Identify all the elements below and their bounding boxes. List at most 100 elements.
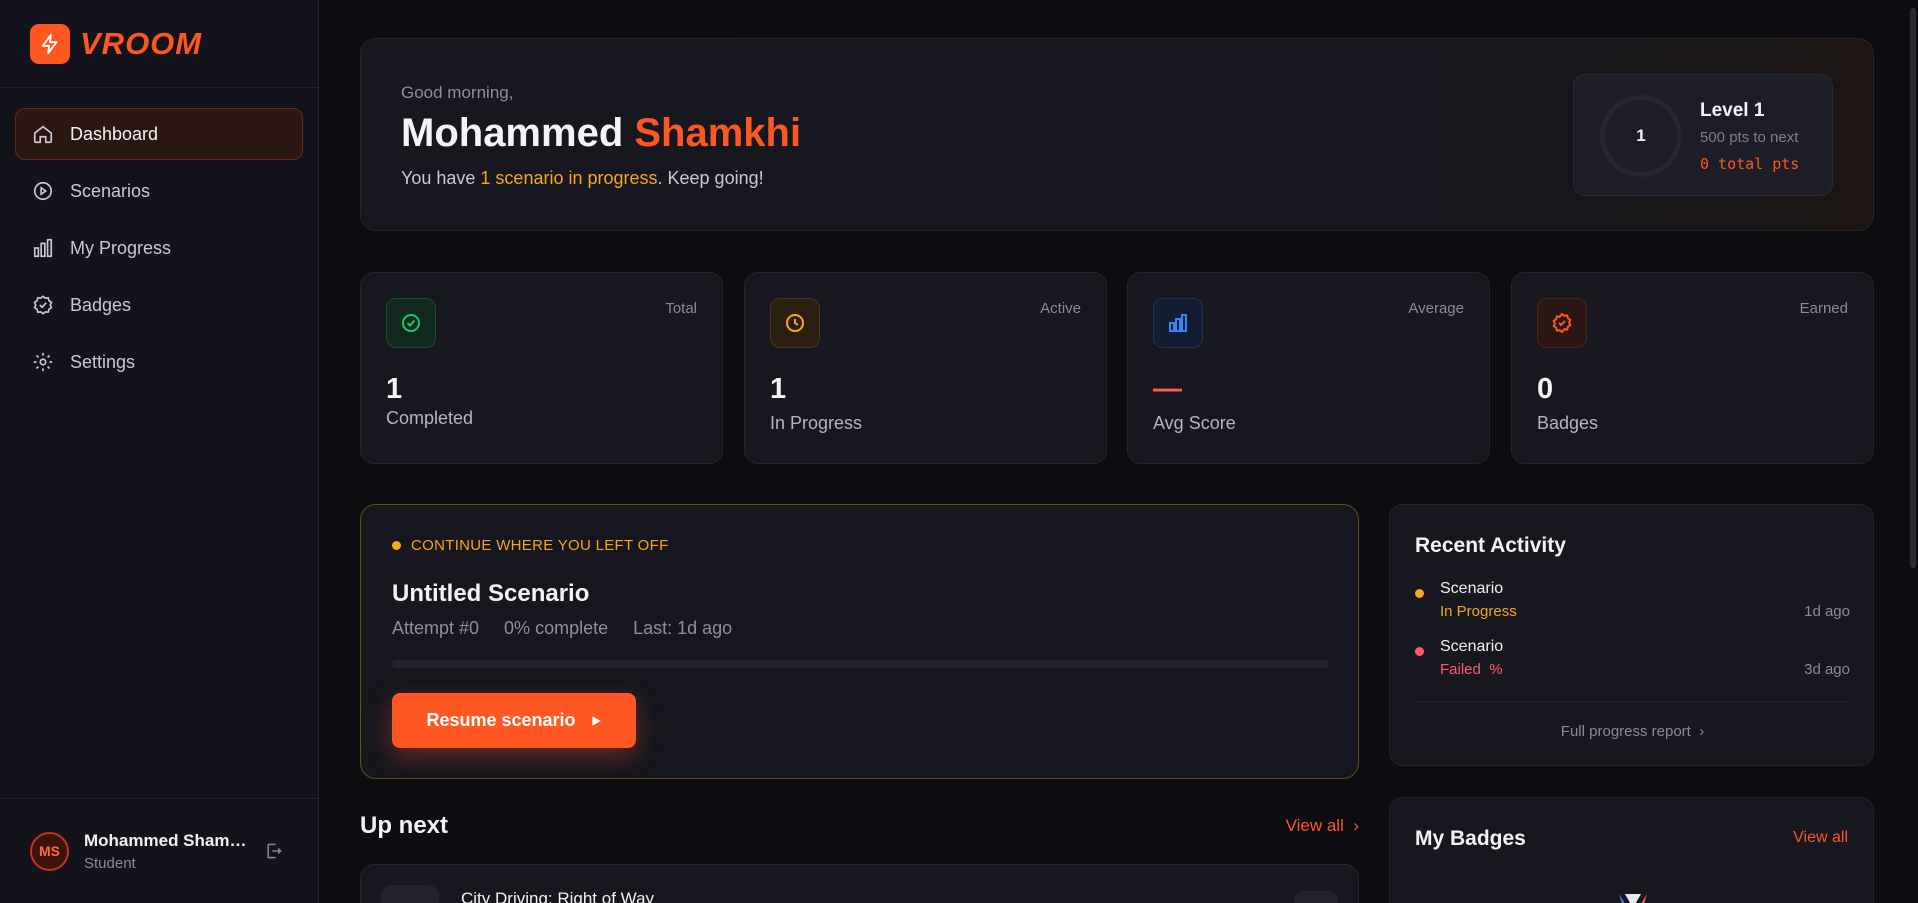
- points-to-next: 500 pts to next: [1700, 129, 1799, 146]
- scenario-title: Untitled Scenario: [392, 580, 590, 607]
- logout-icon[interactable]: [264, 841, 284, 861]
- user-name: Mohammed Shamkhi: [84, 830, 254, 850]
- stat-value: 1: [386, 373, 403, 405]
- up-next-view-all-link[interactable]: View all ›: [1286, 816, 1359, 836]
- full-progress-report-link[interactable]: Full progress report ›: [1390, 723, 1875, 740]
- sidebar-item-settings[interactable]: Settings: [15, 336, 303, 388]
- scrollbar[interactable]: [1908, 0, 1918, 903]
- stat-label: Avg Score: [1153, 413, 1236, 433]
- user-full-name: Mohammed Shamkhi: [401, 111, 801, 156]
- check-circle-icon: [386, 298, 436, 348]
- full-report-label: Full progress report: [1560, 723, 1691, 740]
- user-info: Mohammed Shamkhi Student: [84, 831, 254, 872]
- resume-label: Resume scenario: [426, 710, 576, 730]
- continue-tag: CONTINUE WHERE YOU LEFT OFF: [392, 537, 669, 554]
- badge-check-icon: [1537, 298, 1587, 348]
- attempt-number: Attempt #0: [392, 618, 480, 638]
- sidebar-item-label: Dashboard: [70, 123, 159, 144]
- level-ring: 1: [1600, 95, 1682, 177]
- activity-time: 3d ago: [1804, 661, 1850, 678]
- divider: [1415, 701, 1850, 702]
- gear-icon: [33, 352, 53, 372]
- total-points: 0 total pts: [1700, 155, 1800, 173]
- up-next-scenario-name: City Driving: Right of Way: [461, 889, 655, 903]
- first-name: Mohammed: [401, 111, 624, 155]
- stats-row: Total 1 Completed Active 1 In Progress A…: [360, 272, 1874, 464]
- progress-summary: You have 1 scenario in progress. Keep go…: [401, 168, 764, 189]
- last-name: Shamkhi: [634, 111, 802, 155]
- activity-name: Scenario: [1440, 638, 1504, 655]
- logo-text: VROOM: [80, 25, 203, 61]
- activity-item[interactable]: Scenario In Progress 1d ago: [1415, 580, 1850, 630]
- scenario-thumbnail: [381, 885, 439, 903]
- last-played: Last: 1d ago: [633, 618, 733, 638]
- summary-prefix: You have: [401, 168, 481, 188]
- sidebar-nav: Dashboard Scenarios My Progress Badges S…: [0, 88, 318, 388]
- avatar: MS: [30, 831, 69, 871]
- play-circle-icon: [33, 181, 53, 201]
- activity-status: In Progress: [1440, 603, 1517, 620]
- sidebar: VROOM Dashboard Scenarios My Progress Ba…: [0, 0, 319, 903]
- percent-complete: 0% complete: [504, 618, 609, 638]
- status-dot: [1415, 647, 1424, 656]
- stat-value: 1: [770, 373, 787, 405]
- sidebar-item-badges[interactable]: Badges: [15, 279, 303, 331]
- logo[interactable]: VROOM: [0, 0, 318, 88]
- lightning-icon: [30, 23, 70, 64]
- view-all-label: View all: [1285, 816, 1344, 835]
- activity-item[interactable]: Scenario Failed % 3d ago: [1415, 638, 1850, 688]
- scenario-progress-bar: [392, 660, 1329, 668]
- continue-card: CONTINUE WHERE YOU LEFT OFF Untitled Sce…: [360, 504, 1359, 779]
- badge-ribbon-icon: [1619, 894, 1647, 903]
- stat-card-completed: Total 1 Completed: [360, 272, 723, 464]
- sidebar-item-label: My Progress: [70, 237, 172, 258]
- sidebar-item-label: Badges: [70, 294, 132, 315]
- bar-chart-icon: [33, 238, 53, 258]
- stat-tag: Average: [1408, 300, 1464, 317]
- stat-label: Completed: [386, 408, 474, 428]
- stat-value: 0: [1537, 373, 1554, 405]
- badges-view-all-link[interactable]: View all: [1793, 829, 1848, 847]
- status-dot: [392, 541, 401, 550]
- summary-highlight: 1 scenario in progress: [480, 168, 658, 188]
- status-dot: [1415, 589, 1424, 598]
- home-icon: [33, 125, 53, 144]
- up-next-start-button[interactable]: [1294, 891, 1338, 903]
- chevron-right-icon: ›: [1695, 723, 1705, 740]
- stat-tag: Earned: [1799, 300, 1848, 317]
- stat-tag: Total: [665, 300, 697, 317]
- sidebar-item-scenarios[interactable]: Scenarios: [15, 165, 303, 217]
- activity-status: Failed %: [1440, 661, 1503, 678]
- scrollbar-thumb[interactable]: [1910, 8, 1916, 568]
- badge-check-icon: [33, 295, 53, 315]
- activity-name: Scenario: [1440, 580, 1504, 597]
- recent-activity-card: Recent Activity Scenario In Progress 1d …: [1389, 504, 1874, 766]
- activity-time: 1d ago: [1804, 603, 1850, 620]
- sidebar-item-dashboard[interactable]: Dashboard: [15, 108, 303, 160]
- stat-card-in-progress: Active 1 In Progress: [744, 272, 1107, 464]
- stat-card-badges: Earned 0 Badges: [1511, 272, 1874, 464]
- stat-card-avg-score: Average — Avg Score: [1127, 272, 1490, 464]
- sidebar-item-my-progress[interactable]: My Progress: [15, 222, 303, 274]
- my-badges-card: My Badges View all: [1389, 797, 1874, 903]
- welcome-banner: Good morning, Mohammed Shamkhi You have …: [360, 38, 1874, 231]
- recent-activity-title: Recent Activity: [1415, 534, 1566, 557]
- stat-label: Badges: [1537, 413, 1599, 433]
- stat-value: —: [1153, 373, 1182, 405]
- chevron-right-icon: ›: [1348, 816, 1359, 835]
- summary-suffix: . Keep going!: [657, 168, 764, 188]
- up-next-title: Up next: [360, 812, 449, 839]
- stat-label: In Progress: [770, 413, 863, 433]
- level-title: Level 1: [1700, 100, 1765, 121]
- play-icon: [591, 715, 601, 726]
- sidebar-item-label: Scenarios: [70, 180, 151, 201]
- scenario-meta: Attempt #0 0% complete Last: 1d ago: [392, 618, 732, 639]
- greeting: Good morning,: [401, 83, 514, 102]
- my-badges-title: My Badges: [1415, 827, 1526, 850]
- up-next-item[interactable]: City Driving: Right of Way: [360, 864, 1359, 903]
- user-profile[interactable]: MS Mohammed Shamkhi Student: [0, 798, 319, 903]
- resume-button[interactable]: Resume scenario: [392, 693, 636, 748]
- stat-tag: Active: [1040, 300, 1081, 317]
- continue-tag-label: CONTINUE WHERE YOU LEFT OFF: [411, 537, 669, 554]
- bar-chart-icon: [1153, 298, 1203, 348]
